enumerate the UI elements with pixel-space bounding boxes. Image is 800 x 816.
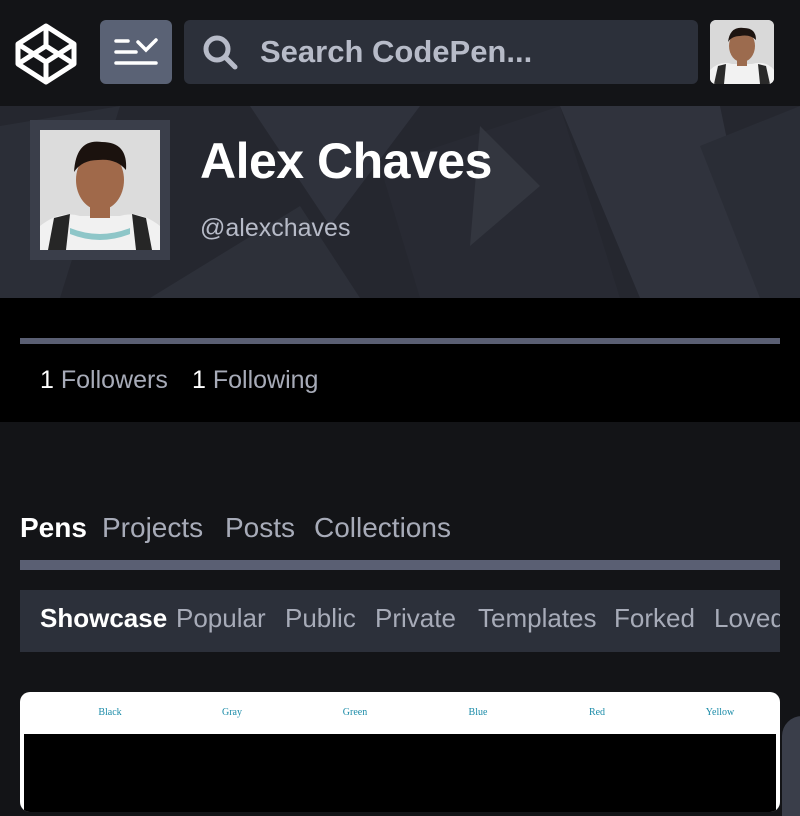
profile-avatar[interactable]	[30, 120, 170, 260]
followers-link[interactable]: 1 Followers	[40, 366, 168, 395]
tab-collections[interactable]: Collections	[314, 512, 451, 544]
profile-stats: 1 Followers 1 Following	[0, 298, 800, 422]
pen-preview	[24, 734, 776, 812]
codepen-logo-icon[interactable]	[14, 22, 78, 86]
profile-header: Alex Chaves @alexchaves	[0, 106, 800, 298]
following-count: 1	[192, 366, 206, 394]
tab-projects[interactable]: Projects	[102, 512, 203, 544]
color-label-gray: Gray	[222, 707, 242, 718]
tabs-underline	[20, 560, 780, 570]
profile-handle: @alexchaves	[200, 214, 351, 242]
subtab-forked[interactable]: Forked	[614, 603, 695, 634]
top-bar	[0, 0, 800, 106]
search-input[interactable]	[260, 20, 680, 84]
menu-chevron-icon	[114, 38, 158, 65]
profile-avatar-image	[40, 130, 160, 250]
pen-preview-color-labels: Black Gray Green Blue Red Yellow	[20, 692, 780, 732]
subtab-public[interactable]: Public	[285, 603, 356, 634]
subtab-templates[interactable]: Templates	[478, 603, 597, 634]
following-link[interactable]: 1 Following	[192, 366, 318, 395]
tab-pens[interactable]: Pens	[20, 512, 87, 544]
menu-button[interactable]	[100, 20, 172, 84]
stats-divider	[20, 338, 780, 344]
subtab-popular[interactable]: Popular	[176, 603, 266, 634]
profile-name: Alex Chaves	[200, 133, 492, 189]
followers-count: 1	[40, 366, 54, 394]
avatar-image	[710, 20, 774, 84]
color-label-yellow: Yellow	[705, 707, 735, 718]
pen-card[interactable]: Black Gray Green Blue Red Yellow	[20, 692, 780, 812]
color-label-black: Black	[98, 707, 122, 718]
followers-label: Followers	[60, 366, 168, 394]
color-label-red: Red	[588, 707, 606, 718]
tab-posts[interactable]: Posts	[225, 512, 295, 544]
pens-subtabs: Showcase Popular Public Private Template…	[20, 590, 780, 652]
subtab-showcase[interactable]: Showcase	[40, 603, 167, 634]
user-avatar[interactable]	[710, 20, 774, 84]
color-label-blue: Blue	[468, 707, 488, 718]
color-label-green: Green	[342, 707, 368, 718]
subtab-loved[interactable]: Loved	[714, 603, 780, 634]
following-label: Following	[212, 366, 319, 394]
subtab-private[interactable]: Private	[375, 603, 456, 634]
search-icon	[203, 35, 238, 70]
scroll-fab-edge[interactable]	[782, 716, 800, 816]
search-bar[interactable]	[184, 20, 698, 84]
